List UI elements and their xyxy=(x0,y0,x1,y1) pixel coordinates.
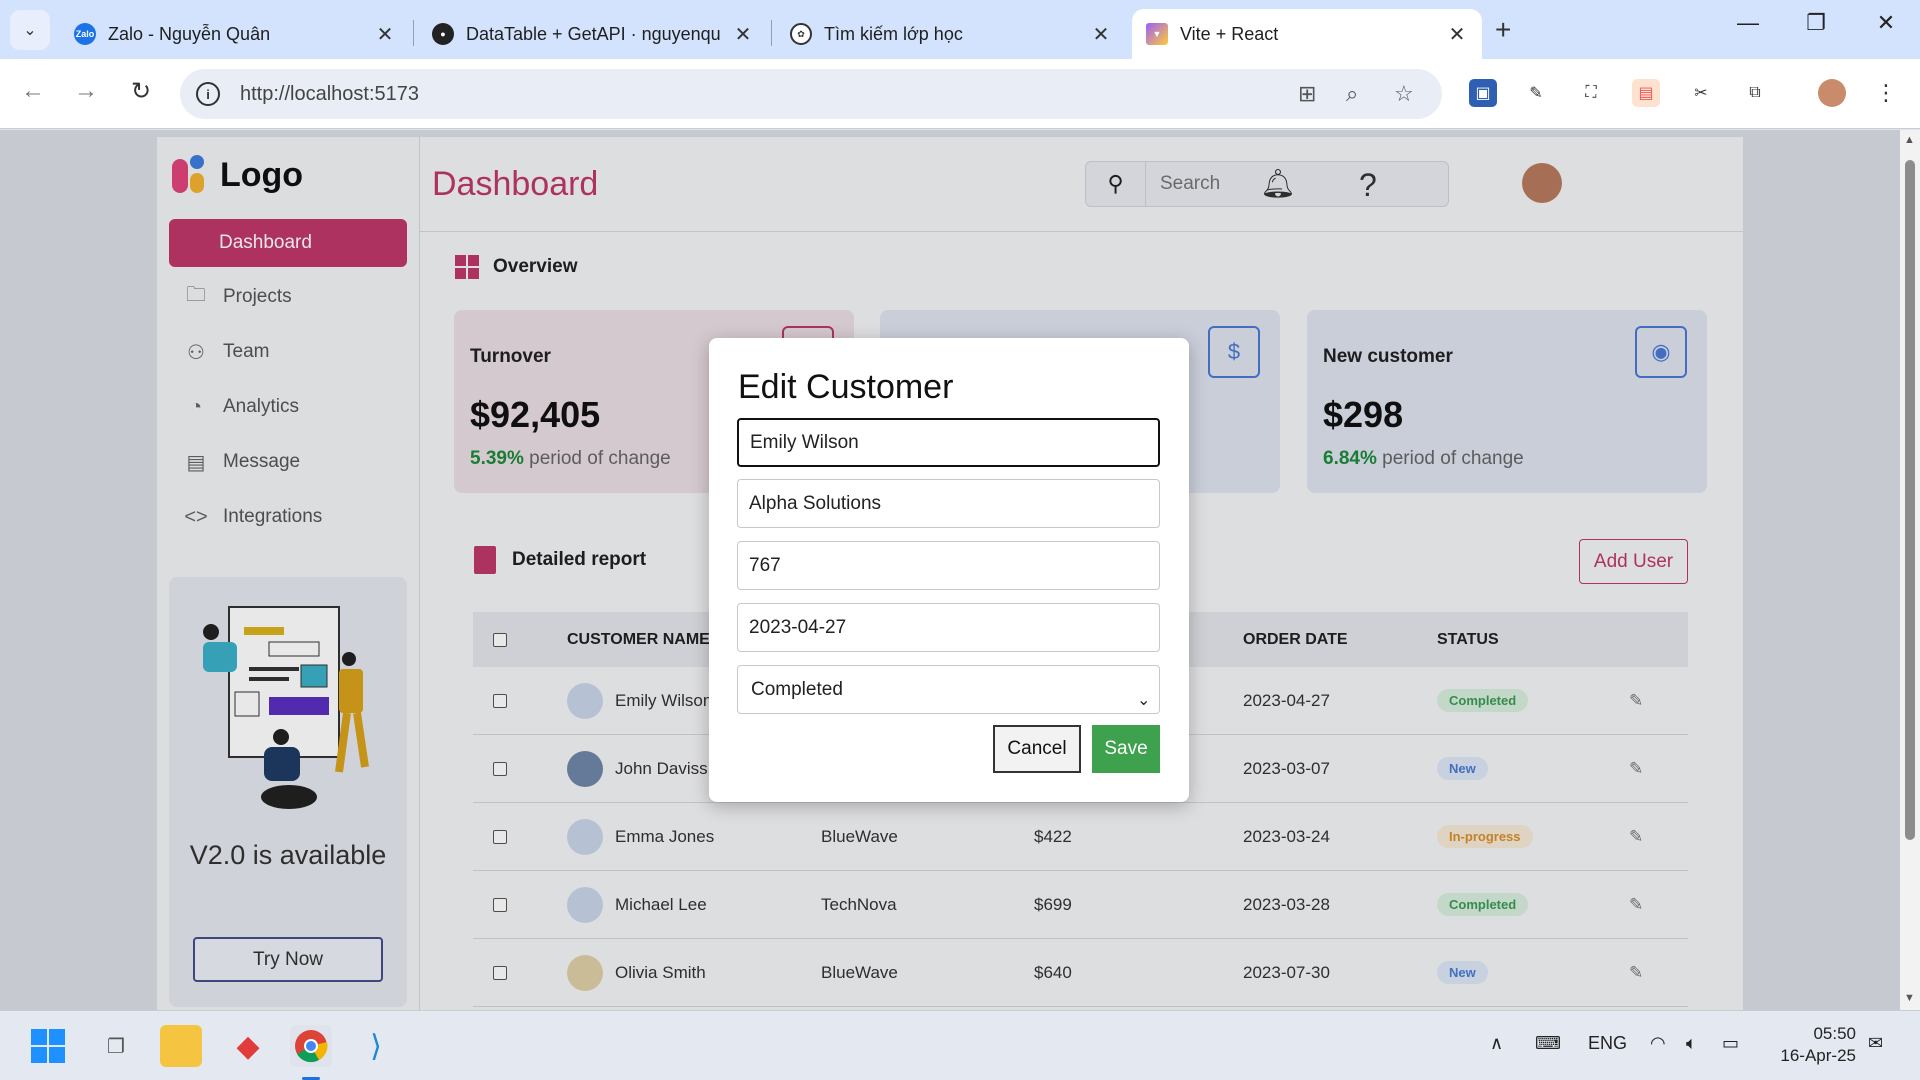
clock-time: 05:50 xyxy=(1813,1024,1856,1043)
notifications-icon[interactable]: ✉ xyxy=(1868,1033,1883,1054)
screenshot-extension-icon[interactable]: ⛶ xyxy=(1577,79,1605,107)
language-indicator[interactable]: ENG xyxy=(1588,1033,1627,1054)
chrome-icon[interactable] xyxy=(290,1025,332,1067)
restore-button[interactable]: ❐ xyxy=(1796,10,1836,36)
back-button[interactable]: ← xyxy=(15,77,51,105)
vite-icon: ▼ xyxy=(1146,23,1168,45)
reload-button[interactable]: ↻ xyxy=(123,77,159,106)
customer-name-field[interactable] xyxy=(737,418,1160,467)
git-app-icon[interactable]: ◆ xyxy=(227,1025,269,1067)
tab-zalo[interactable]: Zalo Zalo - Nguyễn Quân ✕ xyxy=(60,9,410,59)
new-tab-button[interactable]: + xyxy=(1495,14,1511,46)
clock-date: 16-Apr-25 xyxy=(1780,1046,1856,1065)
extensions-puzzle-icon[interactable]: ⧉ xyxy=(1741,79,1769,107)
close-icon[interactable]: ✕ xyxy=(374,22,396,47)
order-date-field[interactable] xyxy=(737,603,1160,652)
browser-tab-strip: ⌄ Zalo Zalo - Nguyễn Quân ✕ ● DataTable … xyxy=(0,0,1920,59)
task-view-icon[interactable]: ❐ xyxy=(95,1025,137,1067)
clock[interactable]: 05:50 16-Apr-25 xyxy=(1770,1023,1856,1067)
close-icon[interactable]: ✕ xyxy=(732,22,754,47)
close-icon[interactable]: ✕ xyxy=(1090,22,1112,47)
windows-start-icon[interactable] xyxy=(27,1025,69,1067)
chevron-down-icon: ⌄ xyxy=(1137,692,1151,709)
tab-title: Vite + React xyxy=(1180,23,1279,44)
scrollbar-thumb[interactable] xyxy=(1905,160,1915,840)
site-info-icon[interactable]: i xyxy=(196,82,220,106)
save-button[interactable]: Save xyxy=(1092,725,1160,773)
profile-avatar-icon[interactable] xyxy=(1818,79,1846,107)
tab-search-button[interactable]: ⌄ xyxy=(10,10,50,50)
tab-vite-react[interactable]: ▼ Vite + React ✕ xyxy=(1132,9,1482,59)
pen-extension-icon[interactable]: ✎ xyxy=(1522,79,1550,107)
zalo-icon: Zalo xyxy=(74,23,96,45)
minimize-button[interactable]: — xyxy=(1728,10,1768,36)
wifi-icon[interactable]: ◠ xyxy=(1650,1033,1666,1054)
keyboard-icon[interactable]: ⌨ xyxy=(1535,1033,1561,1054)
company-field[interactable] xyxy=(737,479,1160,528)
forward-button[interactable]: → xyxy=(68,77,104,105)
order-value-field[interactable] xyxy=(737,541,1160,590)
browser-menu-icon[interactable]: ⋮ xyxy=(1872,79,1900,107)
tools-extension-icon[interactable]: ✂ xyxy=(1687,79,1715,107)
url-text[interactable]: http://localhost:5173 xyxy=(240,83,419,106)
page-scrollbar[interactable]: ▲ ▼ xyxy=(1900,130,1920,1010)
edit-customer-modal: Edit Customer Completed ⌄ Cancel Save xyxy=(709,338,1189,802)
tab-title: Zalo - Nguyễn Quân xyxy=(108,23,271,44)
windows-taskbar: ❐ ◆ ⟩ ∧ ⌨ ENG ◠ 🔈︎ ▭ 05:50 16-Apr-25 ✉ xyxy=(0,1010,1920,1080)
zoom-icon[interactable]: ⌕ xyxy=(1346,81,1358,107)
translate-icon[interactable]: ⊞ xyxy=(1298,81,1316,107)
tab-github[interactable]: ● DataTable + GetAPI · nguyenqu ✕ xyxy=(418,9,768,59)
tab-title: Tìm kiếm lớp học xyxy=(824,23,963,44)
chevron-up-icon[interactable]: ∧ xyxy=(1490,1033,1503,1054)
modal-title: Edit Customer xyxy=(738,368,954,406)
vscode-icon[interactable]: ⟩ xyxy=(355,1025,397,1067)
extension-icon[interactable]: ▣ xyxy=(1469,79,1497,107)
pdf-extension-icon[interactable]: ▤ xyxy=(1632,79,1660,107)
bookmark-star-icon[interactable]: ☆ xyxy=(1394,81,1414,107)
close-window-button[interactable]: ✕ xyxy=(1866,10,1906,36)
omnibox[interactable]: i http://localhost:5173 ⊞ ⌕ ☆ xyxy=(180,69,1442,119)
openai-icon: ✿ xyxy=(790,23,812,45)
volume-icon[interactable]: 🔈︎ xyxy=(1686,1033,1697,1054)
cancel-button[interactable]: Cancel xyxy=(993,725,1081,773)
github-icon: ● xyxy=(432,23,454,45)
battery-icon[interactable]: ▭ xyxy=(1722,1033,1739,1054)
tab-chatgpt[interactable]: ✿ Tìm kiếm lớp học ✕ xyxy=(776,9,1126,59)
status-select[interactable]: Completed xyxy=(737,665,1160,714)
close-icon[interactable]: ✕ xyxy=(1446,22,1468,47)
address-bar-row: ← → ↻ i http://localhost:5173 ⊞ ⌕ ☆ ▣ ✎ … xyxy=(0,59,1920,129)
tab-title: DataTable + GetAPI · nguyenqu xyxy=(466,23,721,44)
file-explorer-icon[interactable] xyxy=(160,1025,202,1067)
